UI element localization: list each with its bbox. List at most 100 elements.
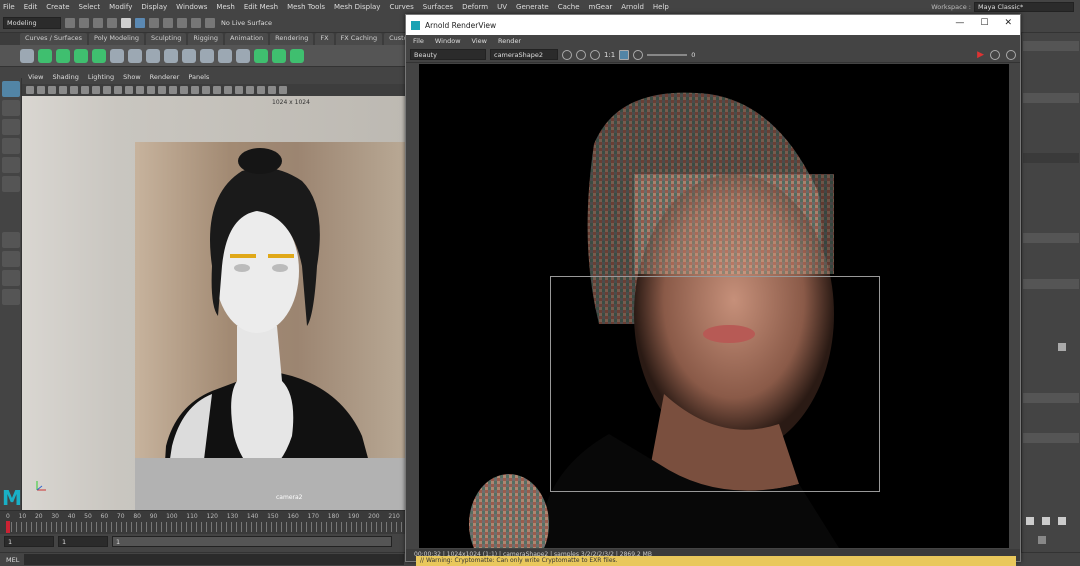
shelf-tab-sculpting[interactable]: Sculpting: [146, 33, 187, 45]
xray-icon[interactable]: [246, 86, 254, 94]
refresh-render-icon[interactable]: [990, 49, 1000, 60]
workspace-selector[interactable]: Workspace : Maya Classic*: [931, 2, 1074, 12]
shelf-tab-curves-surfaces[interactable]: Curves / Surfaces: [20, 33, 88, 45]
preview-icon[interactable]: [254, 48, 268, 63]
shelf-tab-poly-modeling[interactable]: Poly Modeling: [89, 33, 144, 45]
smooth-shade-icon[interactable]: [158, 86, 166, 94]
time-slider[interactable]: 0 10 20 30 40 50 60 70 80 90 100 110 120 130 140 150 160…: [0, 510, 406, 534]
menu-mesh-display[interactable]: Mesh Display: [334, 3, 380, 11]
comb-icon[interactable]: [128, 48, 142, 63]
arnold-titlebar[interactable]: Arnold RenderView — ☐ ✕: [406, 15, 1020, 35]
start-frame-field[interactable]: 1: [4, 535, 54, 547]
clump-icon[interactable]: [164, 48, 178, 63]
menu-select[interactable]: Select: [79, 3, 101, 11]
timeline-track[interactable]: [6, 522, 404, 532]
noise-icon[interactable]: [182, 48, 196, 63]
render-icon[interactable]: ▶: [977, 50, 984, 60]
workspace-dropdown[interactable]: Maya Classic*: [974, 2, 1074, 12]
eye-icon[interactable]: [56, 48, 70, 63]
range-bar[interactable]: 1: [112, 535, 392, 547]
loop-icon[interactable]: [1038, 536, 1046, 544]
menu-cache[interactable]: Cache: [558, 3, 580, 11]
paint-tool-icon[interactable]: [2, 119, 20, 135]
sun-icon[interactable]: [562, 49, 572, 60]
menu-windows[interactable]: Windows: [176, 3, 207, 11]
gear-icon[interactable]: [633, 49, 644, 60]
render-canvas[interactable]: [419, 64, 1009, 548]
guide-icon[interactable]: [92, 48, 106, 63]
safe-action-icon[interactable]: [125, 86, 133, 94]
snap-point-icon[interactable]: [191, 18, 201, 28]
image-plane-icon[interactable]: [59, 86, 67, 94]
playhead[interactable]: [6, 521, 10, 533]
grid-icon[interactable]: [272, 48, 286, 63]
snap-grid-icon[interactable]: [163, 18, 173, 28]
sphere-icon[interactable]: [74, 48, 88, 63]
shelf-tab-fx-caching[interactable]: FX Caching: [335, 33, 383, 45]
live-surface-label[interactable]: No Live Surface: [221, 19, 272, 27]
viewport-menu-view[interactable]: View: [28, 73, 43, 84]
lights-icon[interactable]: [180, 86, 188, 94]
wireframe-icon[interactable]: [147, 86, 155, 94]
refresh-icon[interactable]: [590, 49, 600, 60]
menu-curves[interactable]: Curves: [389, 3, 413, 11]
shelf-tab-rendering[interactable]: Rendering: [270, 33, 314, 45]
step-forward-icon[interactable]: [1058, 517, 1066, 525]
xray-joints-icon[interactable]: [257, 86, 265, 94]
select-tool-icon[interactable]: [2, 81, 20, 97]
field-chart-icon[interactable]: [114, 86, 122, 94]
exposure-slider[interactable]: [647, 53, 688, 56]
cut-icon[interactable]: [146, 48, 160, 63]
scale-tool-icon[interactable]: [2, 176, 20, 192]
maximize-icon[interactable]: ☐: [980, 18, 988, 28]
snap-curve-icon[interactable]: [177, 18, 187, 28]
bookmark-icon[interactable]: [48, 86, 56, 94]
lasso-tool-icon[interactable]: [2, 100, 20, 116]
viewport-menu-panels[interactable]: Panels: [188, 73, 209, 84]
resolution-gate-icon[interactable]: [92, 86, 100, 94]
folder-icon[interactable]: [65, 18, 75, 28]
menu-create[interactable]: Create: [46, 3, 69, 11]
gate-mask-icon[interactable]: [103, 86, 111, 94]
arnold-menu-view[interactable]: View: [472, 37, 487, 45]
viewport-menu-show[interactable]: Show: [123, 73, 141, 84]
shelf-tab-fx[interactable]: FX: [315, 33, 334, 45]
shadows-icon[interactable]: [191, 86, 199, 94]
mode-dropdown[interactable]: Modeling: [3, 17, 61, 29]
magnet-icon[interactable]: [205, 18, 215, 28]
menu-help[interactable]: Help: [653, 3, 669, 11]
excel-icon[interactable]: [38, 48, 52, 63]
step-back-icon[interactable]: [1026, 517, 1034, 525]
aov-dropdown[interactable]: Beauty: [410, 49, 486, 60]
move-tool-icon[interactable]: [2, 138, 20, 154]
film-gate-icon[interactable]: [81, 86, 89, 94]
select-by-component-icon[interactable]: [135, 18, 145, 28]
textured-icon[interactable]: [169, 86, 177, 94]
minimize-icon[interactable]: —: [955, 18, 964, 28]
play-icon[interactable]: [1042, 517, 1050, 525]
viewport-menu-renderer[interactable]: Renderer: [150, 73, 180, 84]
xgen-icon[interactable]: [20, 48, 34, 63]
command-input[interactable]: [24, 554, 404, 565]
layout-two-icon[interactable]: [2, 270, 20, 286]
ratio-label[interactable]: 1:1: [604, 51, 615, 59]
viewport[interactable]: 1024 x 1024 camera2: [22, 96, 406, 510]
region-icon[interactable]: [619, 49, 630, 60]
arnold-menu-render[interactable]: Render: [498, 37, 521, 45]
camera-dropdown[interactable]: cameraShape2: [490, 49, 558, 60]
current-frame-field[interactable]: 1: [58, 535, 108, 547]
ambient-occlusion-icon[interactable]: [202, 86, 210, 94]
menu-mesh-tools[interactable]: Mesh Tools: [287, 3, 325, 11]
exposure-icon[interactable]: [268, 86, 276, 94]
menu-surfaces[interactable]: Surfaces: [423, 3, 453, 11]
isolate-icon[interactable]: [235, 86, 243, 94]
arnold-menu-file[interactable]: File: [413, 37, 424, 45]
export-icon[interactable]: [290, 48, 304, 63]
gamma-icon[interactable]: [279, 86, 287, 94]
menu-mesh[interactable]: Mesh: [216, 3, 234, 11]
mel-label[interactable]: MEL: [0, 556, 24, 564]
curl-icon[interactable]: [200, 48, 214, 63]
viewport-menu-lighting[interactable]: Lighting: [88, 73, 114, 84]
outliner-icon[interactable]: [2, 289, 20, 305]
save-icon[interactable]: [79, 18, 89, 28]
